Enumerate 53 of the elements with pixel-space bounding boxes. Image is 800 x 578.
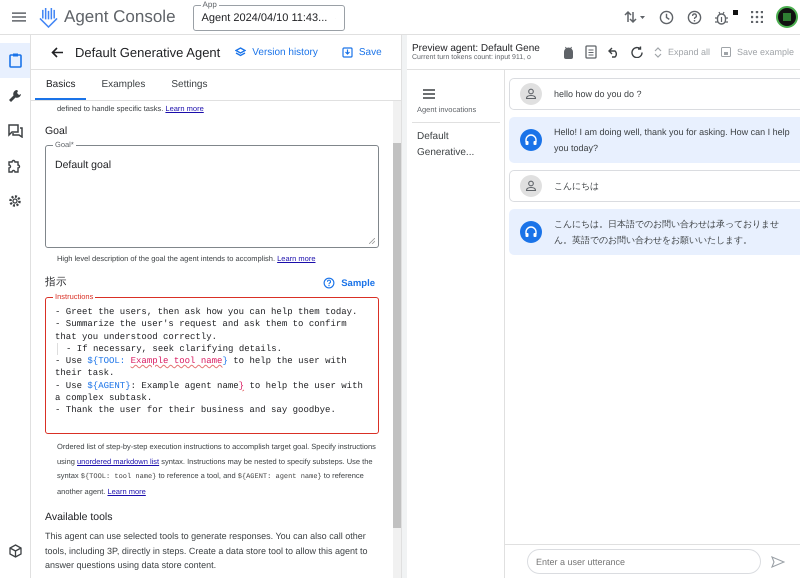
sort-arrows-icon[interactable] [624,10,646,24]
download-icon [342,46,353,58]
user-message: hello how do you do ? [509,78,800,110]
headset-icon [520,221,542,243]
field-label: App [200,0,219,10]
tab[interactable]: Basics [35,70,86,100]
user-message: こんにちは [509,170,800,202]
cube-icon[interactable] [8,544,22,558]
chat-icon [8,124,22,138]
section-heading: 指示 [45,275,67,289]
avatar-icon[interactable] [776,6,798,28]
agent-message: Hello! I am doing well, thank you for asking. How can I help you today? [509,117,800,163]
expand-icon [654,46,662,58]
layers-icon [235,46,246,58]
send-icon[interactable] [771,556,785,568]
puzzle-icon [8,158,22,172]
scrollbar-thumb[interactable] [393,143,401,528]
person-icon [520,175,542,197]
headset-icon [520,129,542,151]
version-history-button[interactable]: Version history [235,46,318,58]
wrench-icon [8,88,22,102]
settings-icon [8,194,22,208]
back-arrow-icon[interactable] [51,46,63,58]
section-heading: Goal [45,125,68,137]
agent-message: こんにちは。日本語でのお問い合わせは承っておりません。英語でのお問い合わせをお願いいたします。 [509,209,800,255]
tools-description: This agent can use selected tools to generate responses. You can also call other tools, including 3P, directly in steps. Create a data store tool to allow this agent to answer questions using data store content. [45,530,369,572]
agent-title: Default Generative Agent [75,44,220,60]
person-icon [520,83,542,105]
split-handle[interactable] [402,35,407,578]
logo-icon [39,6,58,28]
bug-icon[interactable] [715,10,728,24]
sample-button[interactable]: Sample [323,277,375,289]
utterance-input[interactable]: Enter a user utterance [527,549,761,574]
apps-grid-icon[interactable] [751,11,763,23]
tab[interactable]: Settings [160,70,218,100]
help-icon[interactable] [687,10,702,24]
resize-grip-icon[interactable] [369,238,375,244]
clipboard-icon [8,53,22,68]
section-heading: Available tools [45,511,114,523]
robot-icon[interactable] [563,46,574,58]
clipboard-icon[interactable] [585,45,597,59]
refresh-icon[interactable] [631,46,643,58]
history-icon[interactable] [659,10,674,24]
menu-icon[interactable] [12,12,26,22]
undo-icon[interactable] [608,46,620,58]
preview-title: Preview agent: Default Gene [412,43,541,54]
invocation-item[interactable]: Default Generative... [407,123,507,167]
save-icon [721,47,732,57]
save-button[interactable]: Save [342,46,382,58]
menu-icon[interactable] [423,89,435,99]
tab[interactable]: Examples [90,70,156,100]
help-icon [323,277,336,289]
app-title: Agent Console [64,7,176,27]
